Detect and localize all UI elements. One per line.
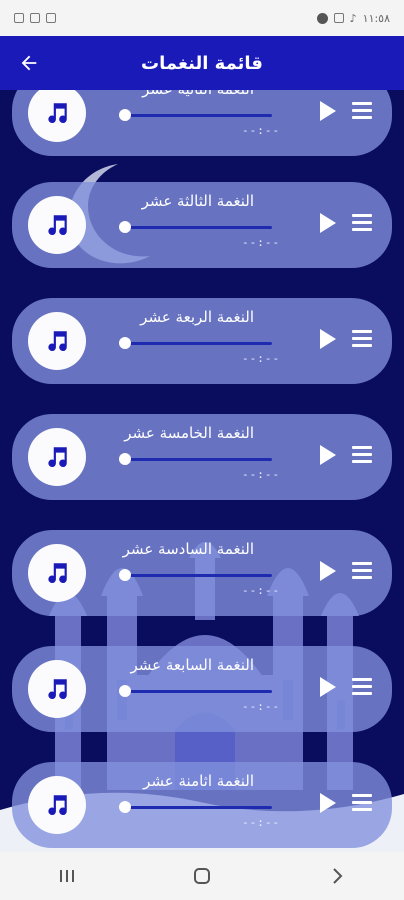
progress-track[interactable]	[122, 690, 272, 693]
status-icons-right: ♪ ١١:٥٨	[316, 11, 390, 25]
clock-text: ١١:٥٨	[362, 11, 390, 25]
music-note-icon	[48, 563, 67, 584]
track-item[interactable]: النغمة اثامنة عشر --:--	[12, 762, 392, 848]
hamburger-icon[interactable]	[352, 330, 372, 348]
notification-icon	[14, 13, 24, 23]
track-item[interactable]: النغمة الربعة عشر --:--	[12, 298, 392, 384]
arrow-left-icon	[21, 55, 37, 71]
back-button[interactable]	[16, 50, 42, 76]
wifi-icon	[46, 13, 56, 23]
progress-track[interactable]	[122, 226, 272, 229]
progress-track[interactable]	[122, 458, 272, 461]
track-disc	[28, 312, 86, 370]
track-title: النغمة الخامسة عشر	[124, 424, 254, 442]
track-time: --:--	[242, 700, 281, 713]
track-time: --:--	[242, 124, 281, 137]
track-item[interactable]: النغمة الخامسة عشر --:--	[12, 414, 392, 500]
track-item[interactable]: النغمة السادسة عشر --:--	[12, 530, 392, 616]
track-disc	[28, 660, 86, 718]
hamburger-icon[interactable]	[352, 678, 372, 696]
music-note-icon	[48, 679, 67, 700]
record-icon	[316, 12, 328, 24]
track-disc	[28, 428, 86, 486]
music-note-icon	[48, 795, 67, 816]
app-bar: قائمة النغمات	[0, 36, 404, 90]
track-disc	[28, 776, 86, 834]
status-icons-left	[14, 13, 56, 23]
track-title: النغمة الثالثة عشر	[141, 192, 254, 210]
progress-track[interactable]	[122, 806, 272, 809]
progress-track[interactable]	[122, 342, 272, 345]
track-time: --:--	[242, 468, 281, 481]
page-title: قائمة النغمات	[141, 52, 263, 74]
signal-icon	[30, 13, 40, 23]
track-time: --:--	[242, 584, 281, 597]
play-icon[interactable]	[318, 792, 338, 814]
progress-knob[interactable]	[119, 109, 131, 121]
hamburger-icon[interactable]	[352, 214, 372, 232]
track-item[interactable]: النغمة الثانية عشر --:--	[12, 90, 392, 156]
progress-knob[interactable]	[119, 801, 131, 813]
track-title: النغمة اثامنة عشر	[143, 772, 254, 790]
nav-back-button[interactable]	[317, 861, 357, 891]
music-status-icon: ♪	[349, 11, 357, 25]
home-icon	[193, 868, 210, 884]
play-icon[interactable]	[318, 676, 338, 698]
image-icon	[333, 13, 344, 23]
hamburger-icon[interactable]	[352, 102, 372, 120]
track-item[interactable]: النغمة الثالثة عشر --:--	[12, 182, 392, 268]
progress-track[interactable]	[122, 574, 272, 577]
play-icon[interactable]	[318, 328, 338, 350]
back-icon	[332, 868, 343, 884]
play-icon[interactable]	[318, 560, 338, 582]
status-bar: ♪ ١١:٥٨	[0, 0, 404, 36]
hamburger-icon[interactable]	[352, 446, 372, 464]
hamburger-icon[interactable]	[352, 794, 372, 812]
track-item[interactable]: النغمة السابعة عشر --:--	[12, 646, 392, 732]
track-time: --:--	[242, 352, 281, 365]
play-icon[interactable]	[318, 444, 338, 466]
play-icon[interactable]	[318, 212, 338, 234]
progress-knob[interactable]	[119, 685, 131, 697]
track-disc	[28, 90, 86, 142]
track-time: --:--	[242, 816, 281, 829]
track-title: النغمة السابعة عشر	[130, 656, 254, 674]
track-title: النغمة الربعة عشر	[140, 308, 254, 326]
play-icon[interactable]	[318, 100, 338, 122]
music-note-icon	[48, 215, 67, 236]
progress-knob[interactable]	[119, 221, 131, 233]
track-list-view[interactable]: النغمة الثانية عشر --:-- النغمة الثالثة …	[0, 90, 404, 852]
track-disc	[28, 196, 86, 254]
music-note-icon	[48, 331, 67, 352]
recent-apps-icon	[60, 870, 75, 882]
track-title: النغمة الثانية عشر	[142, 90, 254, 98]
progress-track[interactable]	[122, 114, 272, 117]
system-nav-bar	[0, 852, 404, 900]
music-note-icon	[48, 103, 67, 124]
hamburger-icon[interactable]	[352, 562, 372, 580]
music-note-icon	[48, 447, 67, 468]
home-button[interactable]	[182, 861, 222, 891]
track-title: النغمة السادسة عشر	[122, 540, 254, 558]
track-time: --:--	[242, 236, 281, 249]
track-disc	[28, 544, 86, 602]
recent-apps-button[interactable]	[47, 861, 87, 891]
progress-knob[interactable]	[119, 337, 131, 349]
progress-knob[interactable]	[119, 453, 131, 465]
progress-knob[interactable]	[119, 569, 131, 581]
